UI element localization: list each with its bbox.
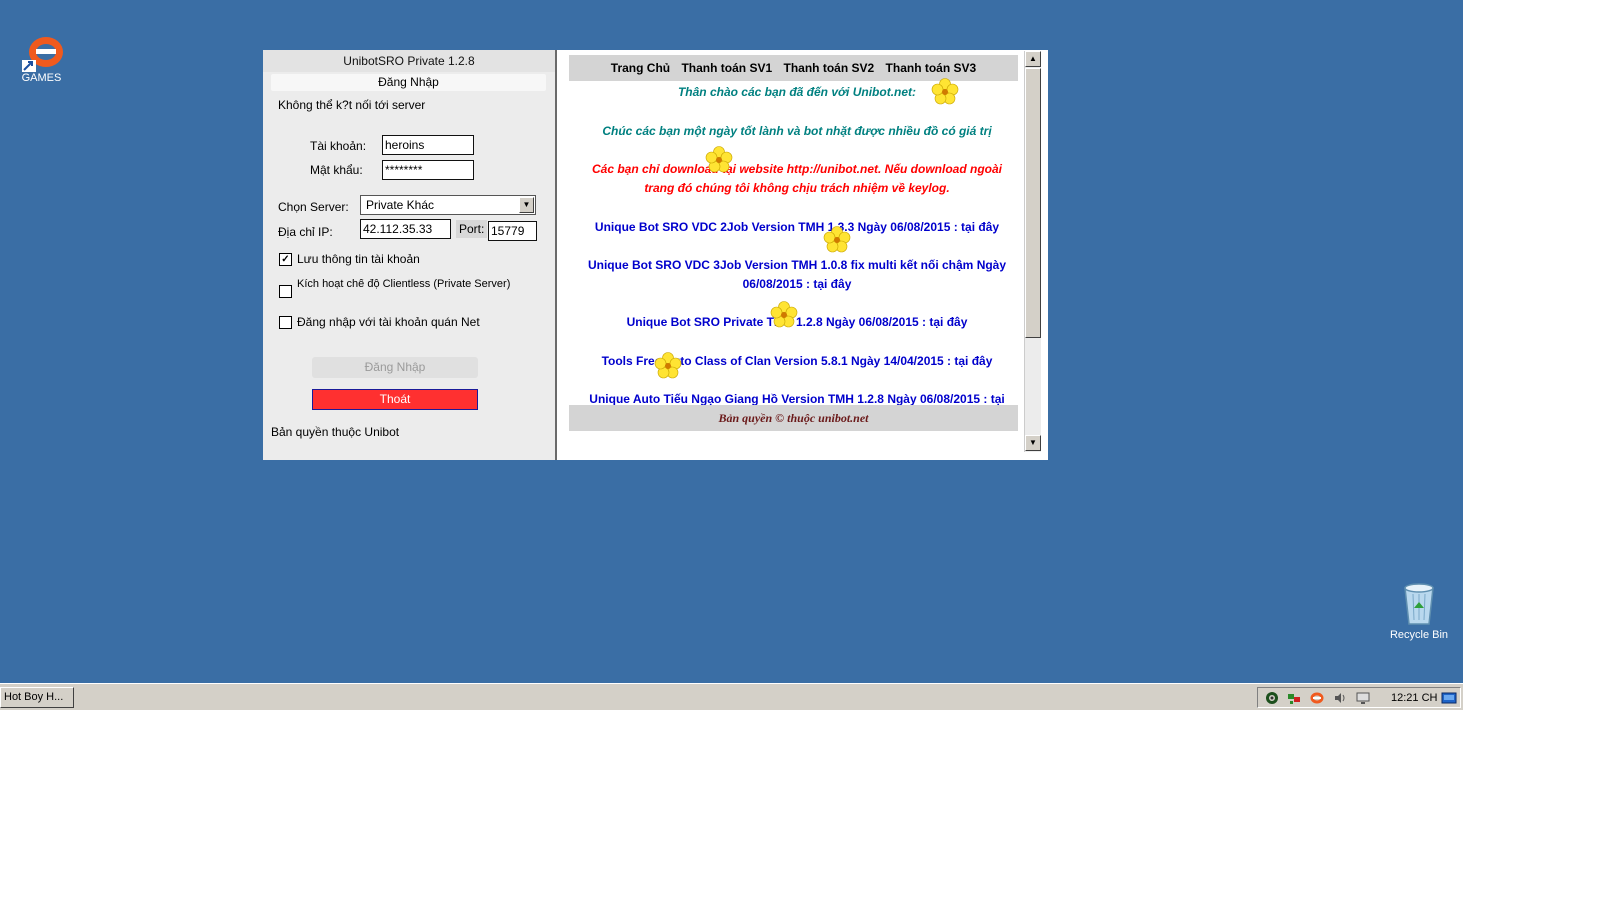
download-link-3job[interactable]: Unique Bot SRO VDC 3Job Version TMH 1.0.…: [577, 256, 1017, 294]
games-icon[interactable]: [1310, 691, 1324, 705]
games-desktop-icon[interactable]: GAMES: [14, 34, 69, 84]
scroll-down-icon[interactable]: ▼: [1025, 435, 1041, 451]
download-link-2job[interactable]: Unique Bot SRO VDC 2Job Version TMH 1.3.…: [577, 218, 1017, 237]
password-input[interactable]: ********: [382, 160, 474, 180]
account-label: Tài khoản:: [310, 139, 367, 153]
login-section-header: Đăng Nhập: [271, 74, 546, 91]
scroll-up-icon[interactable]: ▲: [1025, 51, 1041, 67]
recycle-bin-desktop-icon[interactable]: Recycle Bin: [1386, 578, 1452, 641]
web-footer: Bản quyền © thuộc unibot.net: [569, 405, 1018, 431]
recycle-bin-label: Recycle Bin: [1389, 629, 1449, 641]
port-input[interactable]: 15779: [488, 221, 537, 241]
scroll-thumb[interactable]: [1025, 68, 1041, 338]
wish-text: Chúc các bạn một ngày tốt lành và bot nh…: [602, 124, 992, 138]
flower-icon: [654, 352, 682, 379]
account-input[interactable]: heroins: [382, 135, 474, 155]
monitor-icon[interactable]: [1356, 691, 1370, 705]
nav-home-link[interactable]: Trang Chủ: [611, 61, 670, 75]
system-tray: 12:21 CH: [1257, 687, 1461, 708]
server-select-value: Private Khác: [366, 198, 435, 212]
netcafe-checkbox[interactable]: [279, 316, 292, 329]
connection-status: Không thể k?t nối tới server: [278, 98, 426, 112]
vertical-scrollbar[interactable]: ▲ ▼: [1024, 51, 1041, 452]
server-select[interactable]: Private Khác ▼: [360, 195, 536, 215]
exit-button[interactable]: Thoát: [312, 389, 478, 410]
nav-payment-sv1-link[interactable]: Thanh toán SV1: [681, 61, 772, 75]
port-label: Port:: [456, 220, 488, 238]
gear-icon[interactable]: [1265, 691, 1279, 705]
show-desktop-icon[interactable]: [1441, 691, 1457, 705]
flower-icon: [931, 78, 959, 105]
web-panel: Trang Chủ Thanh toán SV1 Thanh toán SV2 …: [555, 50, 1048, 460]
volume-icon[interactable]: [1333, 691, 1347, 705]
taskbar-window-button[interactable]: Hot Boy H...: [0, 687, 74, 708]
clientless-checkbox[interactable]: [279, 285, 292, 298]
taskbar-clock[interactable]: 12:21 CH: [1391, 690, 1437, 706]
download-link-tools[interactable]: Tools Free Auto Class of Clan Version 5.…: [577, 352, 1017, 371]
save-account-label: Lưu thông tin tài khoản: [297, 252, 420, 266]
flower-icon: [823, 226, 851, 253]
copyright-text: Bản quyền thuộc Unibot: [271, 425, 400, 439]
ip-input[interactable]: 42.112.35.33: [360, 219, 451, 239]
download-warning: Các bạn chỉ download tại website http://…: [592, 162, 1002, 195]
ip-label: Địa chỉ IP:: [278, 225, 333, 239]
window-title: UnibotSRO Private 1.2.8: [263, 50, 555, 72]
flower-icon: [705, 146, 733, 173]
recycle-bin-icon: [1404, 583, 1434, 625]
nav-payment-sv3-link[interactable]: Thanh toán SV3: [886, 61, 977, 75]
clientless-label: Kích hoạt chế độ Clientless (Private Ser…: [297, 279, 511, 290]
desktop: GAMES UnibotSRO Private 1.2.8 Đăng Nhập …: [0, 0, 1463, 683]
login-button[interactable]: Đăng Nhập: [312, 357, 478, 378]
netcafe-label: Đăng nhập với tài khoản quán Net: [297, 315, 480, 329]
login-window: UnibotSRO Private 1.2.8 Đăng Nhập Không …: [263, 50, 555, 460]
games-icon-label: GAMES: [21, 72, 62, 84]
network-icon[interactable]: [1287, 691, 1301, 705]
games-logo-icon: [19, 34, 65, 72]
chevron-down-icon[interactable]: ▼: [519, 197, 534, 213]
nav-payment-sv2-link[interactable]: Thanh toán SV2: [784, 61, 875, 75]
taskbar: Hot Boy H... 12:21 CH: [0, 683, 1463, 710]
save-account-checkbox[interactable]: ✓: [279, 253, 292, 266]
flower-icon: [770, 301, 798, 328]
server-label: Chọn Server:: [278, 200, 349, 214]
password-label: Mật khẩu:: [310, 163, 363, 177]
